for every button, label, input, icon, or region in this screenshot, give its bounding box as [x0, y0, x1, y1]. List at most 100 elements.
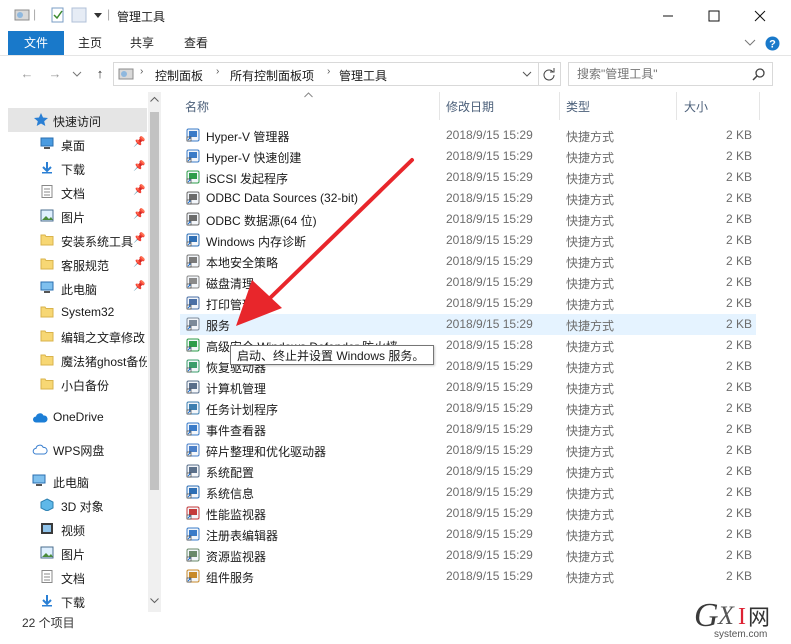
up-arrow-icon: ↑ [96, 66, 104, 81]
sidebar-item[interactable]: 编辑之文章修改 [0, 324, 147, 348]
new-folder-icon[interactable] [71, 7, 87, 23]
file-row[interactable]: 碎片整理和优化驱动器 2018/9/15 15:29 快捷方式 2 KB [180, 440, 756, 461]
file-row[interactable]: 资源监视器 2018/9/15 15:29 快捷方式 2 KB [180, 545, 756, 566]
sidebar-item-this-pc[interactable]: 此电脑 [0, 469, 147, 493]
column-header-size[interactable]: 大小 [684, 98, 708, 115]
file-row[interactable]: Hyper-V 快速创建 2018/9/15 15:29 快捷方式 2 KB [180, 146, 756, 167]
sidebar-item[interactable]: 下载 [0, 589, 147, 613]
column-header-name[interactable]: 名称 [185, 98, 209, 115]
sidebar-item-quick-access[interactable]: 快速访问 [8, 108, 147, 132]
expand-ribbon-icon[interactable] [744, 38, 756, 48]
sidebar-item[interactable]: 图片 📌 [0, 204, 147, 228]
sidebar-item-label: 视频 [61, 524, 86, 538]
title-bar: | | 管理工具 [0, 0, 791, 31]
column-header-type[interactable]: 类型 [566, 98, 590, 115]
file-row[interactable]: 本地安全策略 2018/9/15 15:29 快捷方式 2 KB [180, 251, 756, 272]
sidebar-item[interactable]: 下载 📌 [0, 156, 147, 180]
sidebar-item[interactable]: 魔法猪ghost备份 [0, 348, 147, 372]
chevron-down-icon[interactable] [522, 70, 532, 78]
file-row[interactable]: 性能监视器 2018/9/15 15:29 快捷方式 2 KB [180, 503, 756, 524]
close-button[interactable] [737, 0, 783, 31]
file-row[interactable]: Windows 内存诊断 2018/9/15 15:29 快捷方式 2 KB [180, 230, 756, 251]
sidebar-item-onedrive[interactable]: OneDrive [0, 405, 147, 429]
file-row[interactable]: 注册表编辑器 2018/9/15 15:29 快捷方式 2 KB [180, 524, 756, 545]
file-row[interactable]: 计算机管理 2018/9/15 15:29 快捷方式 2 KB [180, 377, 756, 398]
file-type: 快捷方式 [566, 130, 615, 144]
tab-view[interactable]: 查看 [176, 31, 216, 55]
sidebar-item[interactable]: 视频 [0, 517, 147, 541]
pin-icon[interactable]: 📌 [133, 210, 145, 220]
file-row[interactable]: 系统配置 2018/9/15 15:29 快捷方式 2 KB [180, 461, 756, 482]
file-name: Hyper-V 快速创建 [206, 151, 302, 165]
file-date: 2018/9/15 15:29 [446, 128, 533, 142]
sidebar-item[interactable]: System32 [0, 300, 147, 324]
sidebar-scroll-thumb[interactable] [150, 112, 159, 490]
column-divider[interactable] [559, 92, 560, 120]
shortcut-icon [186, 275, 200, 289]
pin-icon[interactable]: 📌 [133, 186, 145, 196]
minimize-button[interactable] [645, 0, 691, 31]
column-divider[interactable] [439, 92, 440, 120]
tab-file[interactable]: 文件 [8, 31, 64, 55]
sidebar-item[interactable]: 桌面 📌 [0, 132, 147, 156]
sidebar-item[interactable]: 客服规范 📌 [0, 252, 147, 276]
back-button[interactable]: ← [18, 66, 36, 82]
sidebar-item[interactable]: 文档 [0, 565, 147, 589]
pin-icon[interactable]: 📌 [133, 234, 145, 244]
scroll-down-icon[interactable] [150, 598, 159, 604]
chevron-down-icon[interactable] [90, 7, 106, 23]
file-row[interactable]: 磁盘清理 2018/9/15 15:29 快捷方式 2 KB [180, 272, 756, 293]
search-box[interactable] [568, 62, 773, 86]
breadcrumb-control-panel[interactable]: 控制面板 [155, 67, 203, 84]
sidebar-item-wps[interactable]: WPS网盘 [0, 437, 147, 461]
sidebar-item[interactable]: 小白备份 [0, 372, 147, 396]
file-row[interactable]: Hyper-V 管理器 2018/9/15 15:29 快捷方式 2 KB [180, 125, 756, 146]
shortcut-icon [186, 443, 200, 457]
sidebar-item-label: 编辑之文章修改 [61, 331, 146, 345]
file-row[interactable]: 服务 2018/9/15 15:29 快捷方式 2 KB [180, 314, 756, 335]
file-row[interactable]: 系统信息 2018/9/15 15:29 快捷方式 2 KB [180, 482, 756, 503]
pin-icon[interactable]: 📌 [133, 138, 145, 148]
file-row[interactable]: ODBC Data Sources (32-bit) 2018/9/15 15:2… [180, 188, 756, 209]
breadcrumb-admin-tools[interactable]: 管理工具 [339, 67, 387, 84]
sidebar-item[interactable]: 安装系统工具 📌 [0, 228, 147, 252]
maximize-button[interactable] [691, 0, 737, 31]
tab-home[interactable]: 主页 [70, 31, 110, 55]
forward-button[interactable]: → [46, 66, 64, 82]
sidebar-item[interactable]: 文档 📌 [0, 180, 147, 204]
up-button[interactable]: ↑ [91, 66, 109, 82]
recent-locations-icon[interactable] [72, 70, 82, 78]
file-date: 2018/9/15 15:29 [446, 254, 533, 268]
pin-icon[interactable]: 📌 [133, 258, 145, 268]
pin-icon[interactable]: 📌 [133, 282, 145, 292]
address-bar[interactable]: › 控制面板 › 所有控制面板项 › 管理工具 [113, 62, 561, 86]
chevron-right-icon: › [216, 66, 220, 77]
file-row[interactable]: 任务计划程序 2018/9/15 15:29 快捷方式 2 KB [180, 398, 756, 419]
column-divider[interactable] [676, 92, 677, 120]
file-type: 快捷方式 [566, 277, 615, 291]
file-row[interactable]: ODBC 数据源(64 位) 2018/9/15 15:29 快捷方式 2 KB [180, 209, 756, 230]
breadcrumb-all-items[interactable]: 所有控制面板项 [230, 67, 314, 84]
file-row[interactable]: 事件查看器 2018/9/15 15:29 快捷方式 2 KB [180, 419, 756, 440]
control-panel-icon[interactable] [14, 7, 30, 23]
file-row[interactable]: 打印管理 2018/9/15 15:29 快捷方式 2 KB [180, 293, 756, 314]
file-size: 2 KB [725, 464, 752, 478]
sidebar-item[interactable]: 3D 对象 [0, 493, 147, 517]
column-header-date[interactable]: 修改日期 [446, 98, 494, 115]
help-icon[interactable]: ? [765, 36, 780, 51]
file-row[interactable]: iSCSI 发起程序 2018/9/15 15:29 快捷方式 2 KB [180, 167, 756, 188]
search-icon[interactable] [752, 67, 766, 81]
pin-icon[interactable]: 📌 [133, 162, 145, 172]
navigation-pane: 快速访问 桌面 📌 下载 📌 文档 📌 图片 📌 安装系统工具 📌 客服规范 📌 此电脑 📌 System3… [0, 92, 162, 612]
search-input[interactable] [577, 67, 747, 81]
tab-share[interactable]: 共享 [122, 31, 162, 55]
properties-icon[interactable] [50, 7, 66, 23]
column-divider[interactable] [759, 92, 760, 120]
file-row[interactable]: 组件服务 2018/9/15 15:29 快捷方式 2 KB [180, 566, 756, 587]
scroll-up-icon[interactable] [150, 96, 159, 102]
refresh-icon[interactable] [542, 67, 556, 81]
file-date: 2018/9/15 15:29 [446, 548, 533, 562]
sidebar-item[interactable]: 图片 [0, 541, 147, 565]
file-size: 2 KB [725, 548, 752, 562]
sidebar-item[interactable]: 此电脑 📌 [0, 276, 147, 300]
